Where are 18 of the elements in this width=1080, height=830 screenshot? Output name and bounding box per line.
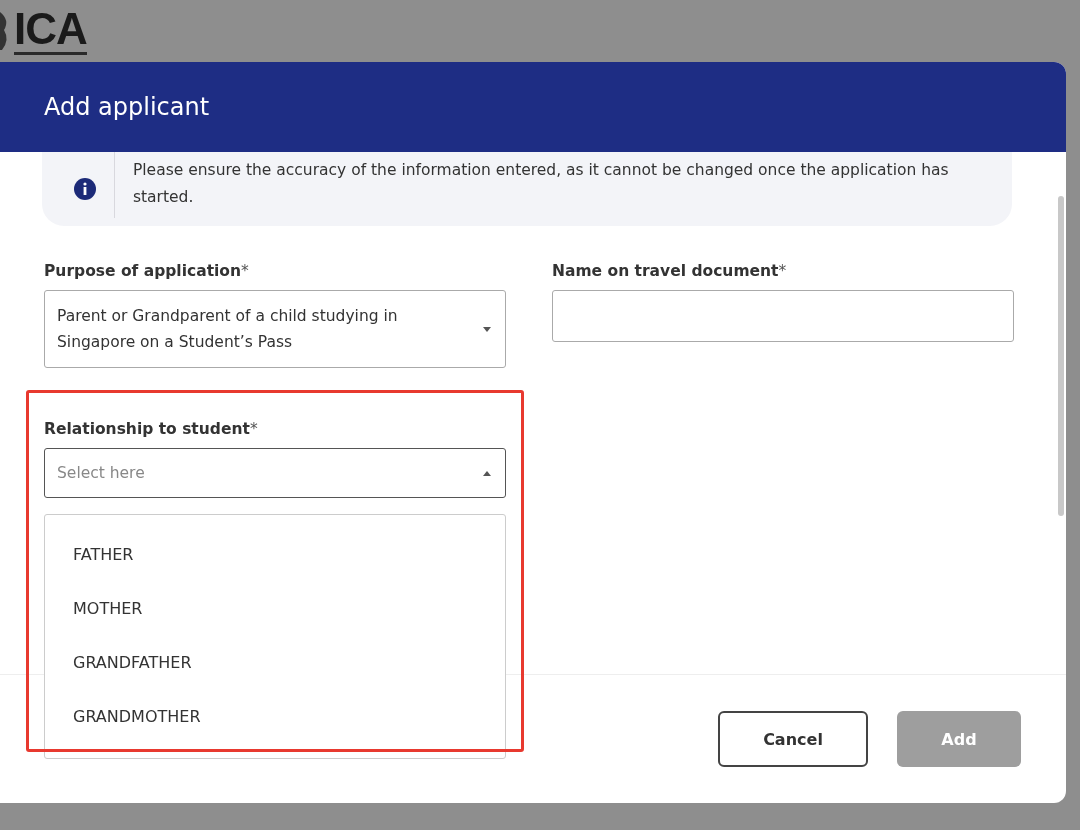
info-icon	[74, 178, 96, 200]
field-label: Name on travel document*	[552, 262, 788, 280]
dropdown-option[interactable]: MOTHER	[45, 591, 505, 645]
dropdown-field[interactable]: Parent or Grandparent of a child studying in Singapore on a Student’s Pass	[44, 290, 506, 368]
cancel-button[interactable]: Cancel	[718, 711, 868, 767]
dropdown-field[interactable]: Select here	[44, 448, 506, 498]
caret-icon	[483, 326, 491, 332]
dropdown-option[interactable]: FATHER	[45, 537, 505, 591]
field-label: Purpose of application*	[44, 262, 250, 280]
dialog-title: Add applicant	[44, 93, 210, 121]
dropdown-option[interactable]: GRANDFATHER	[45, 645, 505, 699]
scrollbar[interactable]	[1058, 196, 1064, 516]
field-label: Relationship to student*	[44, 420, 259, 438]
caret-icon	[483, 470, 491, 476]
logo: ICA	[14, 6, 87, 55]
dropdown-option[interactable]: GRANDMOTHER	[45, 699, 505, 753]
notice-text: Please ensure the accuracy of the information entered, as it cannot be changed once the application has started.	[132, 160, 950, 208]
text-field[interactable]	[552, 290, 1014, 342]
